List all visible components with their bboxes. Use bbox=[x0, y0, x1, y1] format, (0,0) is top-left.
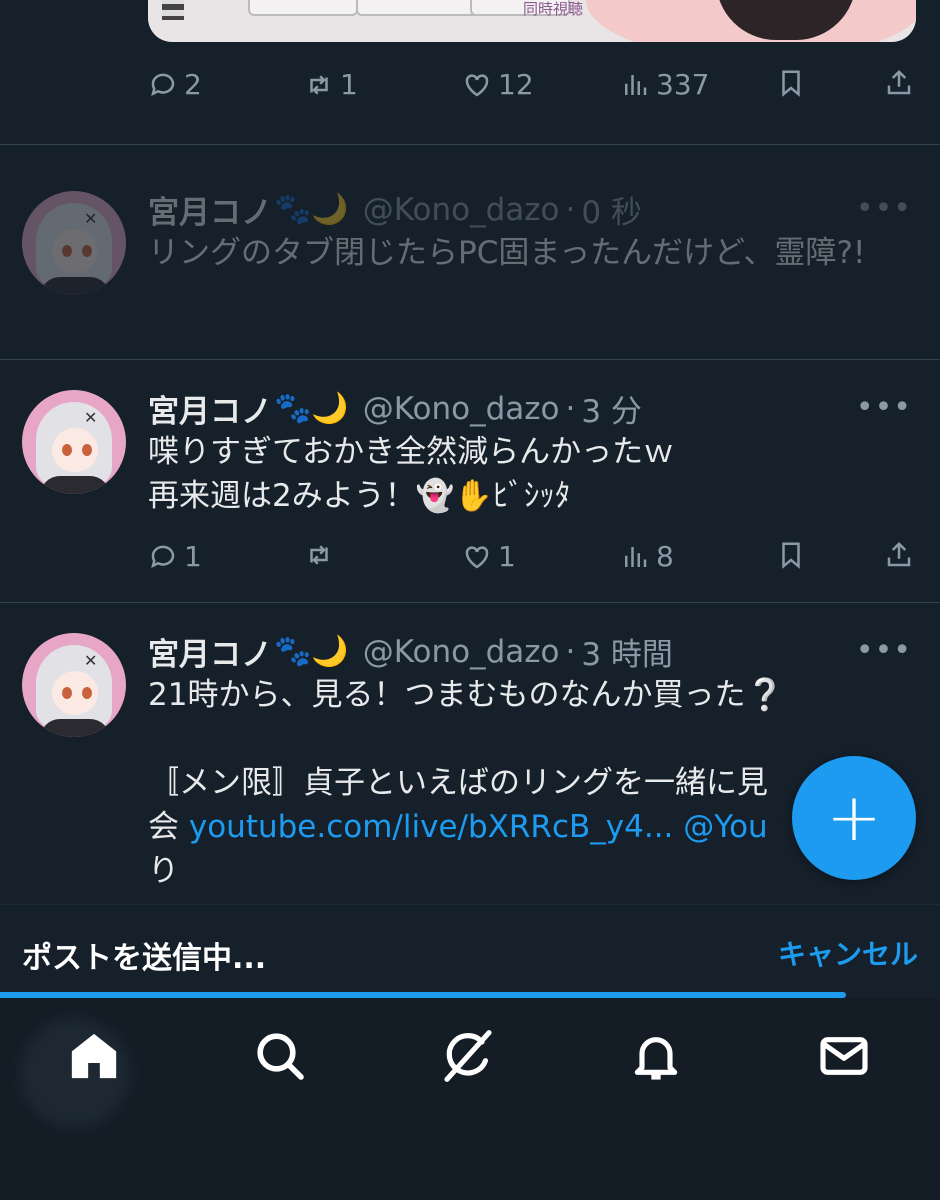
heart-icon bbox=[465, 73, 489, 96]
like-count: 1 bbox=[498, 540, 516, 573]
sending-status-text: ポストを送信中... bbox=[22, 941, 267, 976]
reply-icon bbox=[151, 73, 175, 96]
tweet-text-line: り bbox=[148, 853, 179, 889]
tweet-header: 宮月コノ 🐾🌙 @Kono_dazo · 3 時間 bbox=[148, 629, 673, 674]
media-decoration bbox=[356, 0, 486, 16]
views-button[interactable]: 337 bbox=[620, 68, 709, 101]
media-decoration bbox=[162, 0, 184, 20]
repost-button[interactable]: 1 bbox=[304, 68, 358, 101]
user-handle[interactable]: @Kono_dazo bbox=[363, 391, 560, 427]
search-icon bbox=[257, 1033, 304, 1080]
tweet-text-line: 会 youtube.com/live/bXRRcB_y4... @You bbox=[148, 805, 784, 849]
tweet[interactable]: ✕ 宮月コノ 🐾🌙 @Kono_dazo · 3 時間 ••• 21時から、見る… bbox=[0, 603, 940, 903]
name-emoji: 🐾🌙 bbox=[274, 391, 349, 426]
tweet-text-line: 再来週は2みよう！👻✋ﾋﾞｼｯﾀ bbox=[148, 478, 571, 514]
repost-count: 1 bbox=[340, 68, 358, 101]
views-icon bbox=[625, 546, 647, 567]
like-count: 12 bbox=[498, 68, 534, 101]
avatar[interactable]: ✕ bbox=[22, 633, 126, 737]
mail-icon bbox=[820, 1037, 868, 1075]
nav-search[interactable] bbox=[250, 1026, 310, 1086]
separator-dot: · bbox=[565, 191, 576, 228]
sending-status-bar: ポストを送信中... キャンセル bbox=[0, 904, 940, 998]
bookmark-icon bbox=[782, 70, 800, 97]
reply-count: 2 bbox=[184, 68, 202, 101]
repost-button[interactable] bbox=[304, 540, 340, 570]
media-caption: 同時視聴 bbox=[523, 0, 584, 18]
repost-icon bbox=[310, 74, 328, 95]
view-count: 8 bbox=[656, 540, 674, 573]
more-icon[interactable]: ••• bbox=[856, 633, 912, 668]
bottom-navigation bbox=[0, 998, 940, 1200]
tweet-text-fragment: 会 bbox=[148, 809, 179, 845]
share-icon bbox=[887, 69, 911, 95]
share-icon bbox=[887, 541, 911, 567]
display-name[interactable]: 宮月コノ bbox=[148, 386, 272, 431]
reply-button[interactable]: 2 bbox=[148, 68, 202, 101]
more-icon[interactable]: ••• bbox=[856, 390, 912, 425]
timestamp[interactable]: 0 秒 bbox=[581, 187, 642, 232]
tweet-text: 喋りすぎておかき全然減らんかったｗ 再来週は2みよう！👻✋ﾋﾞｼｯﾀ bbox=[148, 430, 674, 518]
timestamp[interactable]: 3 分 bbox=[581, 386, 642, 431]
heart-icon bbox=[465, 545, 489, 568]
view-count: 337 bbox=[656, 68, 710, 101]
bookmark-button[interactable] bbox=[776, 540, 806, 570]
avatar[interactable]: ✕ bbox=[22, 191, 126, 295]
tweet-text: リングのタブ閉じたらPC固まったんだけど、霊障?! bbox=[148, 231, 865, 275]
user-handle[interactable]: @Kono_dazo bbox=[363, 192, 560, 228]
name-emoji: 🐾🌙 bbox=[274, 192, 349, 227]
reply-button[interactable]: 1 bbox=[148, 540, 202, 573]
display-name[interactable]: 宮月コノ bbox=[148, 629, 272, 674]
tweet-text-line bbox=[148, 717, 784, 761]
share-button[interactable] bbox=[884, 540, 914, 570]
tweet-text-line: 21時から、見る！つまむものなんか買った❔ bbox=[148, 677, 785, 713]
tweet-media-image[interactable]: 同時視聴 bbox=[148, 0, 916, 42]
cancel-button[interactable]: キャンセル bbox=[778, 933, 918, 973]
nav-notifications[interactable] bbox=[626, 1026, 686, 1086]
timestamp[interactable]: 3 時間 bbox=[581, 629, 673, 674]
youtube-link[interactable]: youtube.com/live/bXRRcB_y4... bbox=[189, 809, 674, 845]
grok-icon bbox=[444, 1030, 492, 1082]
like-button[interactable]: 12 bbox=[462, 68, 534, 101]
tweet-text: 21時から、見る！つまむものなんか買った❔ 〚メン限〛貞子といえばのリングを一緒… bbox=[148, 673, 784, 893]
tweet-text-line: 〚メン限〛貞子といえばのリングを一緒に見 bbox=[148, 765, 768, 801]
home-icon bbox=[71, 1033, 117, 1079]
separator-dot: · bbox=[565, 390, 576, 427]
plus-icon: + bbox=[826, 779, 882, 856]
views-button[interactable]: 8 bbox=[620, 540, 674, 573]
user-handle[interactable]: @Kono_dazo bbox=[363, 634, 560, 670]
more-icon[interactable]: ••• bbox=[856, 191, 912, 226]
reply-count: 1 bbox=[184, 540, 202, 573]
tweet-actions: 2 1 12 337 bbox=[148, 68, 914, 104]
repost-icon bbox=[310, 545, 328, 565]
tweet-text-line: 喋りすぎておかき全然減らんかったｗ bbox=[148, 434, 675, 470]
like-button[interactable]: 1 bbox=[462, 540, 516, 573]
tweet-sending[interactable]: ✕ 宮月コノ 🐾🌙 @Kono_dazo · 0 秒 ••• リングのタブ閉じた… bbox=[0, 145, 940, 359]
mention-link[interactable]: @You bbox=[683, 809, 767, 845]
tweet-header: 宮月コノ 🐾🌙 @Kono_dazo · 0 秒 bbox=[148, 187, 642, 232]
bookmark-icon bbox=[782, 542, 800, 569]
name-emoji: 🐾🌙 bbox=[274, 634, 349, 669]
reply-icon bbox=[151, 545, 175, 568]
tweet[interactable]: ✕ 宮月コノ 🐾🌙 @Kono_dazo · 3 分 ••• 喋りすぎておかき全… bbox=[0, 360, 940, 602]
tweet-text-line: リングのタブ閉じたらPC固まったんだけど、霊障?! bbox=[148, 235, 866, 271]
nav-grok[interactable] bbox=[438, 1026, 498, 1086]
views-icon bbox=[625, 74, 647, 95]
media-decoration bbox=[248, 0, 358, 16]
avatar[interactable]: ✕ bbox=[22, 390, 126, 494]
nav-home[interactable] bbox=[64, 1026, 124, 1086]
share-button[interactable] bbox=[884, 68, 914, 98]
tweet-header: 宮月コノ 🐾🌙 @Kono_dazo · 3 分 bbox=[148, 386, 642, 431]
nav-messages[interactable] bbox=[814, 1026, 874, 1086]
tweet-actions: 1 1 8 bbox=[148, 540, 914, 576]
separator-dot: · bbox=[565, 633, 576, 670]
bookmark-button[interactable] bbox=[776, 68, 806, 98]
bell-icon bbox=[634, 1037, 678, 1080]
compose-button[interactable]: + bbox=[792, 756, 916, 880]
display-name[interactable]: 宮月コノ bbox=[148, 187, 272, 232]
